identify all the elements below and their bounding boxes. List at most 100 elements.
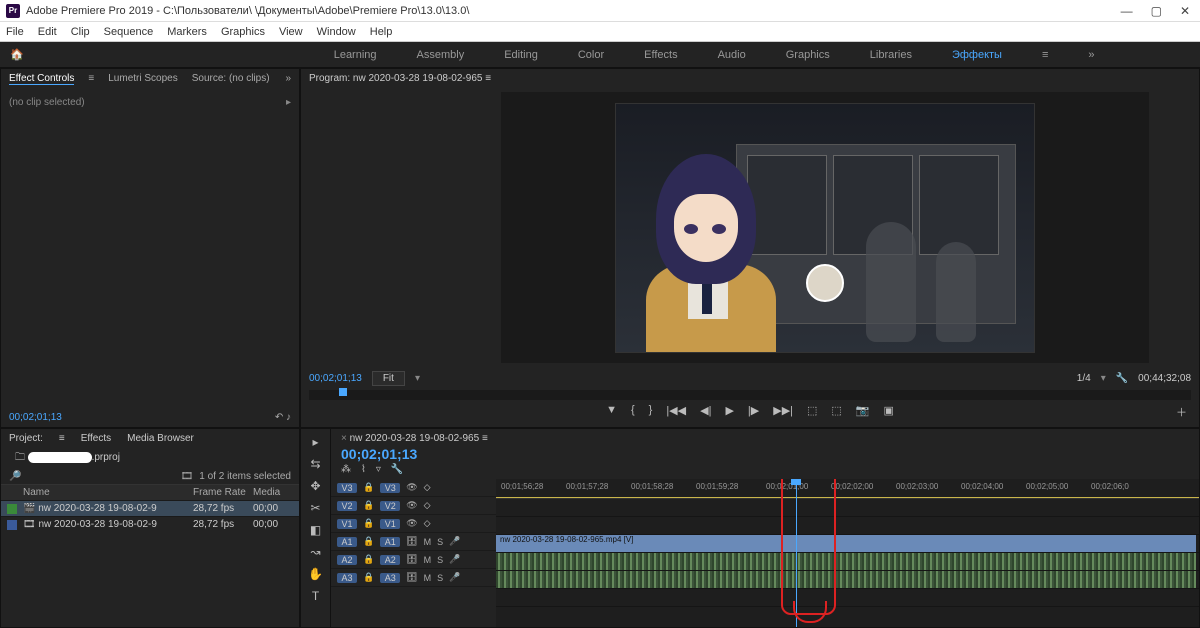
wrench-icon[interactable]: 🔧 [1116, 373, 1128, 384]
col-name[interactable]: Name [23, 487, 193, 498]
track-a1[interactable]: A1🔒A1🗄MS🎤 [331, 533, 496, 551]
ws-assembly[interactable]: Assembly [417, 49, 465, 61]
tab-source[interactable]: Source: (no clips) [192, 73, 270, 85]
timeline-toolbar: ▸ ⇆ ✥ ✂ ◧ ↝ ✋ T [301, 429, 331, 627]
bin-icon[interactable]: 🗀 [15, 452, 25, 463]
source-panel: Effect Controls ≡ Lumetri Scopes Source:… [0, 68, 300, 428]
ws-overflow-icon[interactable]: » [1088, 49, 1094, 61]
menu-edit[interactable]: Edit [38, 26, 57, 38]
out-icon[interactable]: } [649, 404, 653, 417]
export-frame-icon[interactable]: 📷 [856, 404, 870, 417]
menu-graphics[interactable]: Graphics [221, 26, 265, 38]
minimize-button[interactable]: — [1121, 4, 1133, 18]
selection-tool-icon[interactable]: ▸ [312, 435, 318, 449]
lift-icon[interactable]: ⬚ [807, 404, 817, 417]
playhead[interactable] [796, 479, 797, 627]
program-scrubber[interactable] [309, 390, 1191, 400]
sequence-tab[interactable]: nw 2020-03-28 19-08-02-965 [350, 433, 480, 444]
timeline-tracks[interactable]: 00;01;56;28 00;01;57;28 00;01;58;28 00;0… [496, 479, 1199, 627]
menu-file[interactable]: File [6, 26, 24, 38]
menu-markers[interactable]: Markers [167, 26, 207, 38]
source-tools[interactable]: ↶ ♪ [275, 412, 291, 423]
slip-tool-icon[interactable]: ◧ [310, 523, 321, 537]
ws-graphics[interactable]: Graphics [786, 49, 830, 61]
disclosure-icon[interactable]: ▸ [286, 97, 291, 108]
ws-editing[interactable]: Editing [504, 49, 538, 61]
program-timecode-in[interactable]: 00;02;01;13 [309, 373, 362, 384]
timeline-timecode[interactable]: 00;02;01;13 [341, 446, 1189, 462]
track-a3[interactable]: A3🔒A3🗄MS🎤 [331, 569, 496, 587]
project-item[interactable]: 🎬 nw 2020-03-28 19-08-02-9 28,72 fps 00;… [1, 500, 299, 516]
maximize-button[interactable]: ▢ [1151, 4, 1162, 18]
tab-settings-icon[interactable]: ≡ [88, 73, 94, 85]
tab-lumetri[interactable]: Lumetri Scopes [108, 73, 177, 85]
time-ruler[interactable]: 00;01;56;28 00;01;57;28 00;01;58;28 00;0… [496, 479, 1199, 499]
menu-clip[interactable]: Clip [71, 26, 90, 38]
ws-audio[interactable]: Audio [718, 49, 746, 61]
window-titlebar: Pr Adobe Premiere Pro 2019 - C:\Пользова… [0, 0, 1200, 22]
step-fwd-icon[interactable]: |▶ [748, 404, 759, 417]
goto-out-icon[interactable]: ▶▶| [773, 404, 793, 417]
pen-tool-icon[interactable]: ↝ [310, 545, 320, 559]
lane-v3[interactable] [496, 499, 1199, 517]
tab-settings-icon[interactable]: ≡ [59, 433, 65, 444]
tab-overflow-icon[interactable]: » [285, 73, 291, 85]
hand-tool-icon[interactable]: ✋ [308, 567, 323, 581]
menu-window[interactable]: Window [317, 26, 356, 38]
lane-a1[interactable] [496, 553, 1199, 571]
menu-sequence[interactable]: Sequence [104, 26, 154, 38]
menu-help[interactable]: Help [370, 26, 393, 38]
track-select-tool-icon[interactable]: ⇆ [310, 457, 320, 471]
track-v3[interactable]: V3🔒V3👁◇ [331, 479, 496, 497]
menu-view[interactable]: View [279, 26, 303, 38]
settings-icon[interactable]: 🔧 [391, 464, 403, 475]
ws-libraries[interactable]: Libraries [870, 49, 912, 61]
razor-tool-icon[interactable]: ✂ [310, 501, 320, 515]
col-fps[interactable]: Frame Rate [193, 487, 253, 498]
lane-a2[interactable] [496, 571, 1199, 589]
add-button-icon[interactable]: ＋ [1176, 404, 1187, 420]
track-a2[interactable]: A2🔒A2🗄MS🎤 [331, 551, 496, 569]
ws-menu-icon[interactable]: ≡ [1042, 49, 1048, 61]
tab-effects2[interactable]: Effects [81, 433, 111, 444]
lane-v1[interactable]: nw 2020-03-28 19-08-02-965.mp4 [V] [496, 535, 1199, 553]
audio-clip[interactable] [496, 553, 1196, 570]
tab-project[interactable]: Project: [9, 433, 43, 444]
search-icon[interactable]: 🔎 [9, 471, 21, 482]
goto-in-icon[interactable]: |◀◀ [666, 404, 686, 417]
ws-custom[interactable]: Эффекты [952, 49, 1002, 61]
tab-mediabrowser[interactable]: Media Browser [127, 433, 194, 444]
program-monitor[interactable] [501, 92, 1149, 363]
audio-clip[interactable] [496, 571, 1196, 588]
ripple-tool-icon[interactable]: ✥ [310, 479, 320, 493]
lane-v2[interactable] [496, 517, 1199, 535]
item-name: 🎬 nw 2020-03-28 19-08-02-9 [23, 503, 193, 514]
marker-add-icon[interactable]: ▿ [376, 464, 381, 475]
in-icon[interactable]: { [631, 404, 635, 417]
close-button[interactable]: ✕ [1180, 4, 1190, 18]
col-media[interactable]: Media [253, 487, 293, 498]
video-clip[interactable]: nw 2020-03-28 19-08-02-965.mp4 [V] [496, 535, 1196, 552]
compare-icon[interactable]: ▣ [884, 404, 894, 417]
step-back-icon[interactable]: ◀| [700, 404, 711, 417]
link-icon[interactable]: ⌇ [361, 464, 366, 475]
no-clip-label: (no clip selected) [9, 97, 85, 108]
track-v2[interactable]: V2🔒V2👁◇ [331, 497, 496, 515]
ws-learning[interactable]: Learning [334, 49, 377, 61]
zoom-fit-dropdown[interactable]: Fit [372, 371, 405, 386]
home-icon[interactable]: 🏠 [10, 48, 24, 61]
film-icon[interactable]: 🎞 [181, 471, 194, 482]
track-v1[interactable]: V1🔒V1👁◇ [331, 515, 496, 533]
extract-icon[interactable]: ⬚ [831, 404, 841, 417]
snap-icon[interactable]: ⁂ [341, 464, 351, 475]
type-tool-icon[interactable]: T [312, 589, 319, 603]
ws-color[interactable]: Color [578, 49, 604, 61]
program-tab[interactable]: Program: nw 2020-03-28 19-08-02-965 [309, 73, 482, 84]
marker-icon[interactable]: ▼ [606, 404, 617, 417]
play-icon[interactable]: ▶ [725, 404, 733, 417]
resolution-dropdown[interactable]: 1/4 [1077, 373, 1091, 384]
tab-effect-controls[interactable]: Effect Controls [9, 73, 74, 85]
lane-a3[interactable] [496, 589, 1199, 607]
project-item[interactable]: 🎞 nw 2020-03-28 19-08-02-9 28,72 fps 00;… [1, 516, 299, 532]
ws-effects[interactable]: Effects [644, 49, 677, 61]
